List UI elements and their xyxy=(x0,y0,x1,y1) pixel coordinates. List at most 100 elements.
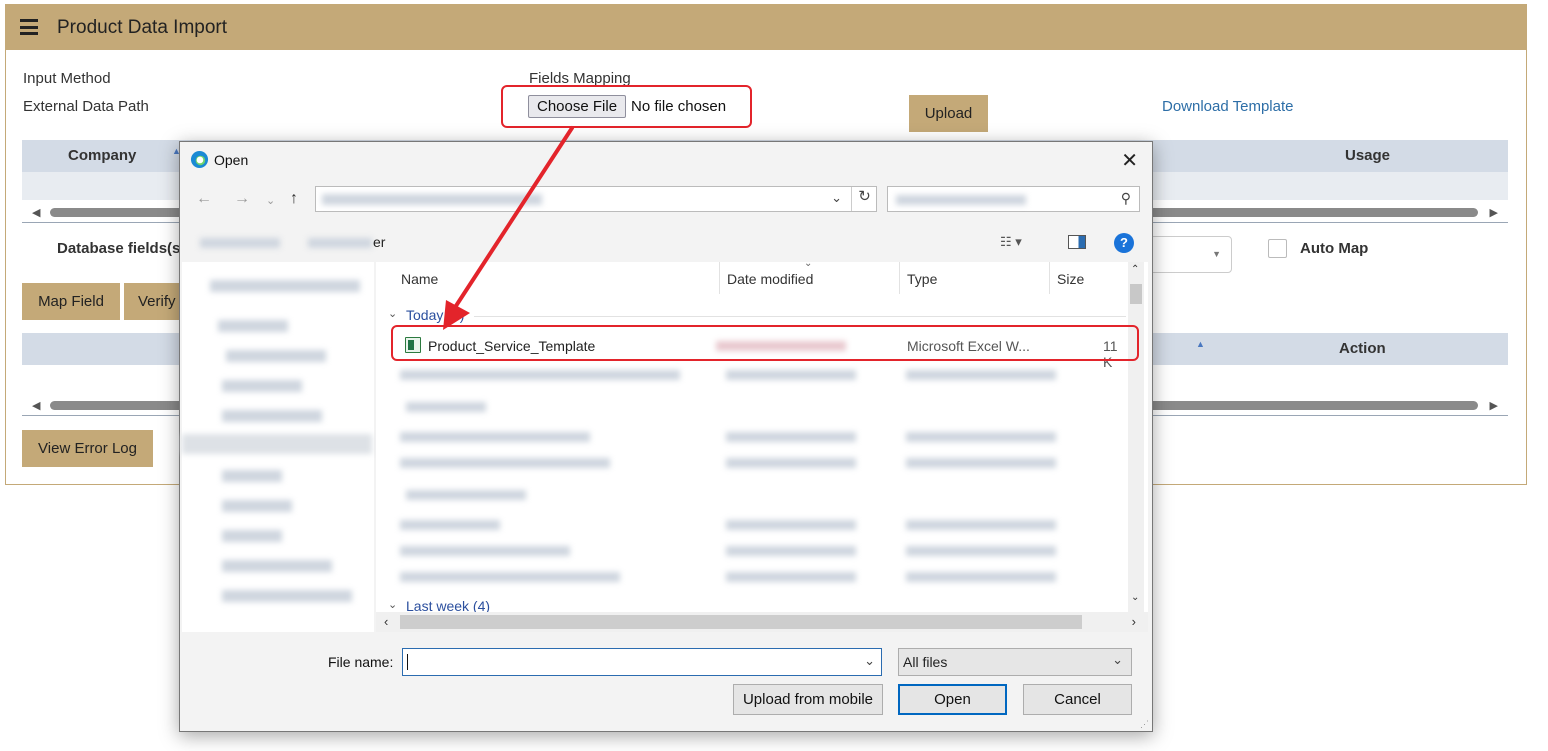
database-fields-label: Database fields(s) xyxy=(57,240,186,257)
file-row-blurred xyxy=(906,572,1056,582)
input-method-label: Input Method xyxy=(23,70,111,87)
back-icon[interactable]: ← xyxy=(196,190,212,208)
chevron-down-icon[interactable]: ⌄ xyxy=(864,653,875,669)
external-data-path-label: External Data Path xyxy=(23,98,149,115)
scroll-left-icon[interactable]: ◀ xyxy=(32,399,40,412)
vscroll-thumb[interactable] xyxy=(1130,284,1142,304)
download-template-link[interactable]: Download Template xyxy=(1162,98,1293,115)
nav-item-blurred xyxy=(222,560,332,572)
organize-menu-blurred[interactable] xyxy=(200,238,280,248)
file-list-vscroll[interactable]: ⌃ ⌄ xyxy=(1128,262,1144,612)
verify-button[interactable]: Verify xyxy=(124,283,184,320)
hamburger-menu-icon[interactable] xyxy=(20,19,38,35)
file-row-blurred xyxy=(726,546,856,556)
scroll-right-icon[interactable]: ▶ xyxy=(1490,206,1498,219)
file-row-blurred xyxy=(400,370,680,380)
forward-icon[interactable]: → xyxy=(234,190,250,208)
file-row-blurred xyxy=(400,432,590,442)
chevron-down-icon: ⌄ xyxy=(1112,652,1123,667)
nav-item-blurred xyxy=(222,530,282,542)
group-collapse-icon[interactable]: ⌄ xyxy=(388,307,397,320)
col-action[interactable]: Action xyxy=(1339,340,1386,357)
col-company[interactable]: Company xyxy=(68,147,136,164)
chevron-down-icon[interactable]: ⌄ xyxy=(831,190,842,206)
group-blurred xyxy=(406,490,526,500)
col-date-modified[interactable]: Date modified xyxy=(727,271,813,287)
scroll-up-icon[interactable]: ⌃ xyxy=(1131,264,1139,275)
nav-item-blurred xyxy=(222,380,302,392)
nav-item-blurred xyxy=(218,320,288,332)
nav-item-blurred xyxy=(222,470,282,482)
file-type-filter[interactable]: All files ⌄ xyxy=(898,648,1132,676)
file-chooser-highlight xyxy=(501,85,752,128)
file-list[interactable]: Name ⌄ Date modified Type Size ⌄ Today (… xyxy=(376,258,1148,632)
scroll-right-icon[interactable]: › xyxy=(1132,614,1136,629)
auto-map-label: Auto Map xyxy=(1300,240,1369,257)
file-row-blurred xyxy=(726,572,856,582)
up-folder-icon[interactable]: ↑ xyxy=(290,190,298,208)
group-last-week[interactable]: Last week (4) xyxy=(406,598,490,612)
map-field-button[interactable]: Map Field xyxy=(22,283,120,320)
sort-chevron-icon: ⌄ xyxy=(804,258,813,269)
scroll-left-icon[interactable]: ◀ xyxy=(32,206,40,219)
file-row-blurred xyxy=(906,520,1056,530)
file-row-blurred xyxy=(400,458,610,468)
file-row-blurred xyxy=(906,458,1056,468)
search-icon: ⚲ xyxy=(1120,190,1131,206)
navigation-pane[interactable] xyxy=(182,262,374,632)
edge-browser-icon xyxy=(190,150,209,169)
text-cursor xyxy=(407,654,408,670)
scroll-right-icon[interactable]: ▶ xyxy=(1490,399,1498,412)
refresh-icon[interactable]: ↻ xyxy=(851,187,877,211)
file-list-hscroll[interactable]: ‹ › xyxy=(376,612,1148,632)
col-usage[interactable]: Usage xyxy=(1345,147,1390,164)
dialog-toolbar: er ☷ ▾ ? xyxy=(180,228,1152,258)
group-divider xyxy=(474,316,1126,317)
close-icon[interactable]: ✕ xyxy=(1121,148,1138,173)
address-path-blurred xyxy=(322,194,542,205)
view-error-log-button[interactable]: View Error Log xyxy=(22,430,153,467)
file-row-blurred xyxy=(726,520,856,530)
nav-item-blurred xyxy=(222,500,292,512)
sort-asc-icon[interactable]: ▲ xyxy=(1196,339,1205,349)
col-name[interactable]: Name xyxy=(401,271,438,287)
file-type-filter-value: All files xyxy=(903,654,948,670)
search-downloads-input[interactable]: ⚲ xyxy=(887,186,1140,212)
auto-map-checkbox[interactable] xyxy=(1268,239,1287,258)
col-type[interactable]: Type xyxy=(907,271,937,287)
page-header: Product Data Import xyxy=(6,5,1526,50)
recent-dropdown-icon[interactable]: ⌄ xyxy=(266,194,275,207)
nav-item-blurred xyxy=(226,350,326,362)
address-bar[interactable]: ⌄ ↻ xyxy=(315,186,877,212)
file-name-input[interactable]: ⌄ xyxy=(402,648,882,676)
help-icon[interactable]: ? xyxy=(1114,233,1134,253)
chevron-down-icon: ▼ xyxy=(1212,249,1221,259)
file-row-blurred xyxy=(906,546,1056,556)
file-row-blurred xyxy=(400,520,500,530)
nav-item-blurred xyxy=(222,410,322,422)
preview-pane-icon[interactable] xyxy=(1068,235,1086,249)
group-today[interactable]: Today (2) xyxy=(406,307,464,323)
col-size[interactable]: Size xyxy=(1057,271,1084,287)
file-row-blurred xyxy=(726,370,856,380)
resize-grip-icon[interactable]: ⋰ xyxy=(1140,719,1149,730)
new-folder-label-fragment: er xyxy=(373,234,386,250)
file-row-blurred xyxy=(906,370,1056,380)
file-row-blurred xyxy=(726,458,856,468)
open-button[interactable]: Open xyxy=(898,684,1007,715)
col-separator xyxy=(1049,262,1050,294)
open-file-dialog: Open ✕ ← → ⌄ ↑ ⌄ ↻ ⚲ er ☷ ▾ ? Name ⌄ Dat… xyxy=(179,141,1153,732)
hscroll-thumb[interactable] xyxy=(400,615,1082,629)
scroll-down-icon[interactable]: ⌄ xyxy=(1131,592,1139,603)
cancel-button[interactable]: Cancel xyxy=(1023,684,1132,715)
upload-from-mobile-button[interactable]: Upload from mobile xyxy=(733,684,883,715)
view-options-icon[interactable]: ☷ ▾ xyxy=(1000,234,1022,250)
nav-item-blurred xyxy=(222,590,352,602)
upload-button[interactable]: Upload xyxy=(909,95,988,132)
file-row-blurred xyxy=(400,572,620,582)
col-separator xyxy=(719,262,720,294)
new-folder-blurred[interactable] xyxy=(308,238,372,248)
group-collapse-icon[interactable]: ⌄ xyxy=(388,598,397,611)
scroll-left-icon[interactable]: ‹ xyxy=(384,614,388,629)
file-row-blurred xyxy=(400,546,570,556)
